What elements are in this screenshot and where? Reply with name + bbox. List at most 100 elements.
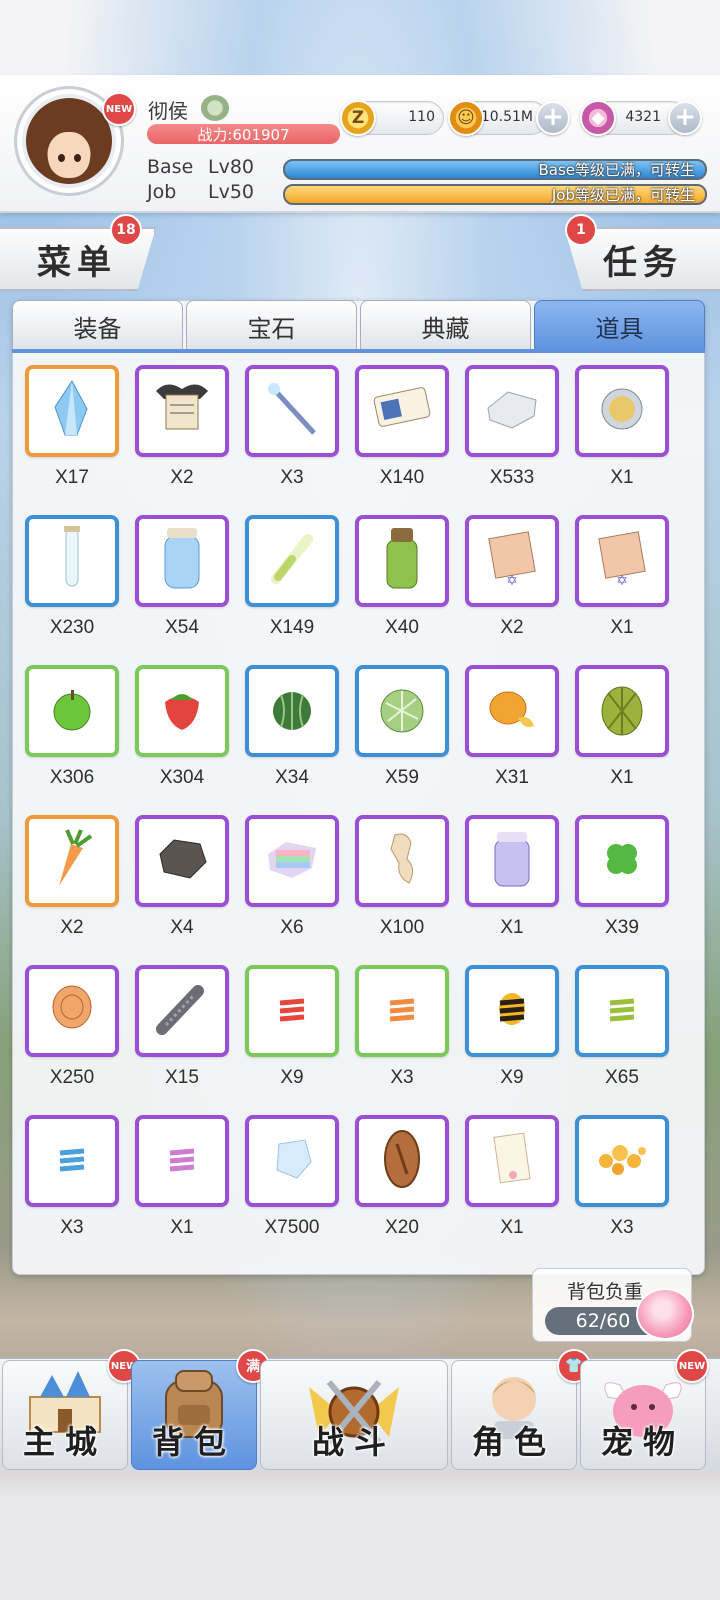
- gold-icon: ☺: [448, 100, 484, 136]
- item-cell[interactable]: X15: [135, 965, 229, 1115]
- gold-nuggets-icon: [592, 1137, 652, 1185]
- item-cell[interactable]: ✡ X2: [465, 515, 559, 665]
- item-cell[interactable]: X1: [465, 1115, 559, 1265]
- item-slot[interactable]: [355, 815, 449, 907]
- item-slot[interactable]: [575, 965, 669, 1057]
- item-slot[interactable]: [245, 365, 339, 457]
- item-cell[interactable]: X9: [465, 965, 559, 1115]
- item-cell[interactable]: X1: [465, 815, 559, 965]
- poring-pet-icon[interactable]: [636, 1288, 694, 1340]
- nav-battle[interactable]: 战斗: [260, 1360, 448, 1470]
- item-slot[interactable]: ✡: [575, 515, 669, 607]
- item-slot[interactable]: [465, 1115, 559, 1207]
- item-cell[interactable]: X4: [135, 815, 229, 965]
- item-cell[interactable]: ✡ X1: [575, 515, 669, 665]
- item-slot[interactable]: [135, 815, 229, 907]
- item-slot[interactable]: [135, 665, 229, 757]
- item-quantity: X65: [605, 1067, 639, 1088]
- avatar[interactable]: [26, 98, 112, 184]
- tab-gems[interactable]: 宝石: [186, 300, 357, 352]
- nav-character[interactable]: 角色: [451, 1360, 577, 1470]
- item-cell[interactable]: X2: [135, 365, 229, 515]
- item-cell[interactable]: X304: [135, 665, 229, 815]
- item-cell[interactable]: X3: [245, 365, 339, 515]
- item-cell[interactable]: X3: [575, 1115, 669, 1265]
- item-slot[interactable]: [575, 815, 669, 907]
- item-cell[interactable]: X34: [245, 665, 339, 815]
- item-slot[interactable]: [465, 365, 559, 457]
- item-cell[interactable]: X40: [355, 515, 449, 665]
- item-cell[interactable]: X230: [25, 515, 119, 665]
- orange-candy-icon: [382, 979, 422, 1043]
- blue-crystal-icon: [47, 379, 97, 443]
- item-cell[interactable]: X1: [135, 1115, 229, 1265]
- item-slot[interactable]: [575, 1115, 669, 1207]
- item-cell[interactable]: X65: [575, 965, 669, 1115]
- item-cell[interactable]: X59: [355, 665, 449, 815]
- item-slot[interactable]: [245, 1115, 339, 1207]
- item-quantity: X2: [500, 617, 524, 638]
- nav-bag[interactable]: 背包: [131, 1360, 257, 1470]
- item-slot[interactable]: [355, 365, 449, 457]
- item-slot[interactable]: [465, 815, 559, 907]
- item-quantity: X250: [49, 1067, 95, 1088]
- item-slot[interactable]: [245, 815, 339, 907]
- item-slot[interactable]: [25, 815, 119, 907]
- item-cell[interactable]: X20: [355, 1115, 449, 1265]
- nav-main-city-label: 主城: [22, 1423, 107, 1461]
- item-slot[interactable]: [355, 1115, 449, 1207]
- item-cell[interactable]: X3: [355, 965, 449, 1115]
- item-slot[interactable]: [355, 515, 449, 607]
- item-slot[interactable]: [355, 665, 449, 757]
- item-quantity: X1: [610, 767, 634, 788]
- item-cell[interactable]: X17: [25, 365, 119, 515]
- item-slot[interactable]: [465, 965, 559, 1057]
- item-cell[interactable]: X54: [135, 515, 229, 665]
- item-cell[interactable]: X3: [25, 1115, 119, 1265]
- item-slot[interactable]: [25, 365, 119, 457]
- item-slot[interactable]: [25, 1115, 119, 1207]
- test-tube-icon: [54, 524, 90, 598]
- nav-pet-label: 宠物: [600, 1423, 685, 1461]
- item-slot[interactable]: [245, 515, 339, 607]
- item-slot[interactable]: [575, 665, 669, 757]
- item-slot[interactable]: [245, 965, 339, 1057]
- item-cell[interactable]: X1: [575, 665, 669, 815]
- nav-main-city[interactable]: 主城: [2, 1360, 128, 1470]
- job-label: Job: [147, 181, 177, 203]
- add-gold-button[interactable]: +: [536, 101, 570, 135]
- item-cell[interactable]: X149: [245, 515, 339, 665]
- item-slot[interactable]: [135, 515, 229, 607]
- item-cell[interactable]: X31: [465, 665, 559, 815]
- item-cell[interactable]: X6: [245, 815, 339, 965]
- item-slot[interactable]: [465, 665, 559, 757]
- item-cell[interactable]: X306: [25, 665, 119, 815]
- item-slot[interactable]: [25, 965, 119, 1057]
- tab-collection[interactable]: 典藏: [360, 300, 531, 352]
- item-cell[interactable]: X1: [575, 365, 669, 515]
- item-slot[interactable]: [245, 665, 339, 757]
- item-slot[interactable]: [575, 365, 669, 457]
- item-quantity: X39: [605, 917, 639, 938]
- item-cell[interactable]: X250: [25, 965, 119, 1115]
- item-slot[interactable]: [135, 965, 229, 1057]
- item-cell[interactable]: X100: [355, 815, 449, 965]
- item-cell[interactable]: X2: [25, 815, 119, 965]
- watermelon-icon: [267, 684, 317, 738]
- item-slot[interactable]: [25, 665, 119, 757]
- tab-items[interactable]: 道具: [534, 300, 705, 352]
- base-label: Base: [147, 156, 194, 178]
- add-gem-button[interactable]: +: [668, 101, 702, 135]
- item-slot[interactable]: [135, 1115, 229, 1207]
- item-slot[interactable]: ✡: [465, 515, 559, 607]
- tab-equipment[interactable]: 装备: [12, 300, 183, 352]
- item-slot[interactable]: [25, 515, 119, 607]
- item-slot[interactable]: [135, 365, 229, 457]
- item-slot[interactable]: [355, 965, 449, 1057]
- key-icon: [152, 979, 212, 1043]
- item-cell[interactable]: X39: [575, 815, 669, 965]
- item-cell[interactable]: X7500: [245, 1115, 339, 1265]
- item-cell[interactable]: X533: [465, 365, 559, 515]
- item-cell[interactable]: X140: [355, 365, 449, 515]
- item-cell[interactable]: X9: [245, 965, 339, 1115]
